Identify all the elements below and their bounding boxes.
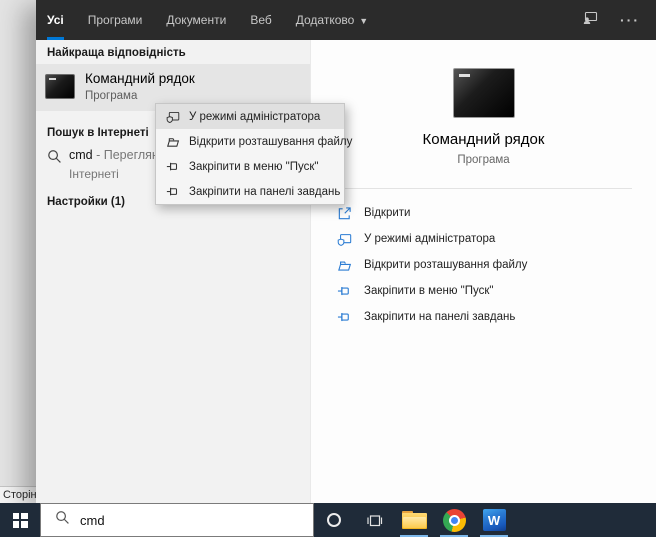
web-search-header: Пошук в Інтернеті [47,127,149,139]
chevron-down-icon: ▼ [359,16,369,26]
context-menu: У режимі адміністратора Відкрити розташу… [155,103,352,205]
tab-web[interactable]: Веб [250,0,271,40]
chrome-core-dot [450,516,458,524]
task-view-button[interactable] [354,503,394,537]
tab-documents-label: Документи [166,13,227,27]
admin-shield-icon [166,111,180,123]
terminal-prompt-mark [49,78,56,80]
settings-header: Настройки (1) [47,196,125,208]
file-location-icon [338,260,352,271]
preview-subtitle: Програма [457,154,510,166]
menu-item-pin-to-taskbar-label: Закріпити на панелі завдань [189,185,341,198]
preview-title: Командний рядок [422,131,545,148]
file-explorer-icon [401,511,427,529]
menu-item-run-as-admin[interactable]: У режимі адміністратора [156,104,344,129]
tab-documents[interactable]: Документи [166,0,226,40]
admin-shield-icon [337,233,352,246]
chrome-button[interactable] [434,503,474,537]
best-match-title: Командний рядок [85,71,195,86]
search-input[interactable] [80,512,250,528]
word-button[interactable]: W [474,503,514,537]
search-icon [47,149,62,169]
menu-item-pin-to-taskbar[interactable]: Закріпити на панелі завдань [156,179,344,204]
windows-logo-icon [12,512,28,528]
start-button[interactable] [0,503,40,537]
web-search-text-line2: Інтернеті [69,167,119,181]
browser-status-text: Сторін [0,486,36,503]
cortana-icon [327,513,341,527]
action-run-as-admin-label: У режимі адміністратора [364,233,496,245]
preview-panel: Командний рядок Програма Відкрити У режи… [310,40,656,503]
action-pin-to-taskbar[interactable]: Закріпити на панелі завдань [311,304,656,330]
search-icon [55,510,70,530]
open-icon [338,206,351,219]
taskbar-search-box[interactable] [40,503,314,537]
file-explorer-button[interactable] [394,503,434,537]
action-pin-to-start-label: Закріпити в меню "Пуск" [364,285,494,297]
menu-item-run-as-admin-label: У режимі адміністратора [189,110,321,123]
cmd-terminal-icon-large [452,68,515,118]
background-window: Сторін [0,0,36,503]
tab-all-label: Усі [47,13,64,27]
menu-item-pin-to-start-label: Закріпити в меню "Пуск" [189,160,319,173]
action-run-as-admin[interactable]: У режимі адміністратора [311,226,656,252]
action-open-file-location[interactable]: Відкрити розташування файлу [311,252,656,278]
header-actions: ··· [582,0,640,40]
screen: Сторін Усі Програми Документи Веб Додатк… [0,0,656,537]
pin-icon [337,312,349,321]
action-open-label: Відкрити [364,207,411,219]
terminal-prompt-mark [458,74,470,77]
cmd-terminal-icon [45,74,75,99]
tab-apps[interactable]: Програми [88,0,143,40]
more-options-icon[interactable]: ··· [620,13,640,27]
menu-item-pin-to-start[interactable]: Закріпити в меню "Пуск" [156,154,344,179]
menu-item-open-file-location-label: Відкрити розташування файлу [189,135,353,148]
action-open[interactable]: Відкрити [311,200,656,226]
file-location-icon [167,137,180,147]
tab-apps-label: Програми [87,13,143,27]
task-view-icon [366,514,382,526]
search-results-body: Найкраща відповідність Командний рядок П… [36,40,656,503]
action-pin-to-start[interactable]: Закріпити в меню "Пуск" [311,278,656,304]
tab-all[interactable]: Усі [47,0,64,40]
preview-actions: Відкрити У режимі адміністратора Відкрит… [311,200,656,330]
best-match-subtitle: Програма [85,90,138,102]
action-pin-to-taskbar-label: Закріпити на панелі завдань [364,311,516,323]
best-match-header: Найкраща відповідність [47,47,186,59]
taskbar: W [0,503,656,537]
web-search-query: cmd [69,148,93,162]
chrome-icon [442,508,466,532]
cortana-button[interactable] [314,503,354,537]
pin-icon [337,286,349,295]
pin-icon [166,187,178,195]
word-icon: W [482,509,506,531]
menu-item-open-file-location[interactable]: Відкрити розташування файлу [156,129,352,154]
pin-icon [166,162,178,170]
chrome-inner-ring [448,514,460,526]
feedback-icon[interactable] [582,10,598,31]
action-open-file-location-label: Відкрити розташування файлу [364,259,528,271]
preview-divider [335,188,632,189]
folder-front [402,517,426,528]
tab-web-label: Веб [250,13,272,27]
tab-more-label: Додатково [295,13,355,27]
search-flyout: Усі Програми Документи Веб Додатково ▼ ·… [36,0,656,503]
tab-more[interactable]: Додатково ▼ [296,0,368,40]
search-header: Усі Програми Документи Веб Додатково ▼ ·… [36,0,656,40]
search-filter-tabs: Усі Програми Документи Веб Додатково ▼ [36,0,368,40]
